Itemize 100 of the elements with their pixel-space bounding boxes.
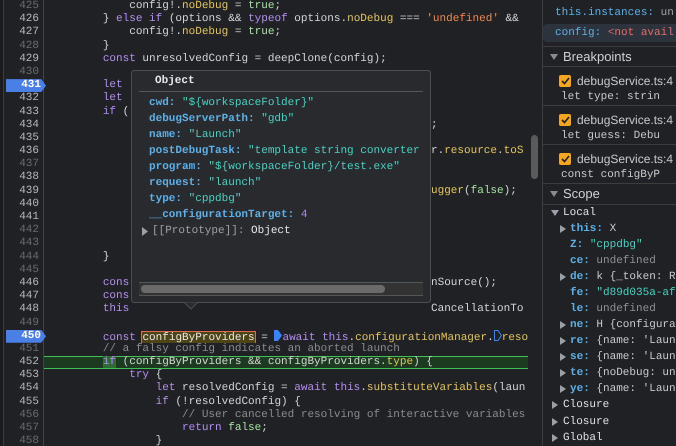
line-number[interactable]: 438 [19, 171, 39, 185]
line-number[interactable]: 447 [19, 290, 39, 304]
breakpoint-file[interactable]: debugService.ts:4 [577, 110, 674, 128]
breakpoint-marker[interactable]: 450 [6, 330, 46, 343]
code-line: cons [102, 290, 130, 302]
line-number[interactable]: 432 [19, 92, 39, 106]
line-number[interactable]: 440 [19, 198, 39, 211]
expand-arrow-icon[interactable] [559, 225, 567, 233]
code-line: ; [431, 118, 438, 131]
checkbox[interactable] [559, 74, 571, 86]
line-number[interactable]: 427 [19, 26, 39, 40]
expand-arrow-icon[interactable] [559, 385, 567, 393]
scope-variable[interactable]: Z: "cppdbg" [570, 236, 643, 254]
code-line: if (configByProviders && configByProviders.type) { [102, 356, 433, 368]
property-row-text: type: "cppdbg" [149, 192, 242, 207]
scope-variable[interactable]: ce: undefined [570, 252, 656, 270]
section-header[interactable]: Breakpoints [563, 46, 632, 66]
breakpoint-file[interactable]: debugService.ts:4 [577, 72, 674, 90]
line-number[interactable]: 426 [19, 13, 39, 26]
code-line: } [156, 435, 162, 446]
line-number[interactable]: 441 [19, 211, 39, 224]
inline-breakpoint-icon[interactable] [494, 330, 502, 341]
code-line: = [261, 332, 269, 343]
code-line: config!.noDebug = true; [129, 26, 282, 38]
line-number[interactable]: 454 [19, 382, 39, 396]
scope-variable[interactable]: ye: {name: 'Laun [570, 380, 676, 398]
expand-arrow-icon[interactable] [559, 321, 567, 329]
expand-arrow-icon[interactable] [551, 418, 559, 426]
scope-variable[interactable]: le: undefined [570, 300, 656, 318]
code-line: if (!resolvedConfig) { [156, 396, 301, 408]
code-line: let [102, 92, 123, 104]
expand-arrow-icon[interactable] [141, 226, 149, 236]
scope-group[interactable]: Closure [563, 397, 610, 414]
property-row-text: name: "Launch" [149, 128, 242, 143]
property-row-text: program: "${workspaceFolder}/test.exe" [149, 160, 401, 175]
line-number[interactable]: 452 [19, 356, 39, 370]
code-line: r.resource.toS [431, 145, 524, 158]
code-line: } else if (options && typeof options.noDebug === 'undefined' && [102, 13, 519, 26]
code-line: if ( [102, 106, 130, 118]
line-number[interactable]: 446 [19, 276, 39, 290]
code-line: let resolvedConfig = await this.substituteVariables(laun [156, 382, 526, 394]
scope-variable[interactable]: de: k {_token: R [570, 268, 676, 286]
scope-variable[interactable]: ne: H {configura [570, 316, 676, 334]
line-number[interactable]: 429 [19, 52, 39, 66]
property-row-text: cwd: "${workspaceFolder}" [149, 96, 316, 111]
scope-group[interactable]: Local [563, 204, 596, 221]
code-line: const unresolvedConfig = deepClone(config); [102, 52, 387, 65]
section-header[interactable]: Scope [563, 184, 600, 204]
scope-variable[interactable]: te: {noDebug: un [570, 364, 676, 382]
breakpoint-marker[interactable]: 431 [6, 79, 46, 92]
code-line: nSource(); [431, 276, 498, 289]
breakpoint-code: const configByP [560, 168, 660, 183]
horizontal-scrollbar[interactable] [139, 282, 423, 296]
expand-arrow-icon[interactable] [551, 208, 559, 217]
line-number[interactable]: 435 [19, 132, 39, 146]
popover-title: Object [139, 71, 423, 92]
expand-arrow-icon[interactable] [550, 54, 558, 60]
code-line: this [102, 303, 130, 316]
code-line: // User cancelled resolving of interactive variables [182, 408, 526, 421]
checkbox[interactable] [559, 114, 571, 126]
code-line: let [102, 79, 123, 92]
scope-variable[interactable]: this: X [570, 220, 616, 238]
scope-group[interactable]: Global [563, 430, 603, 446]
code-line: try { [129, 369, 162, 382]
scope-group[interactable]: Closure [563, 414, 610, 430]
line-number[interactable]: 455 [19, 396, 39, 409]
line-number[interactable]: 448 [19, 303, 39, 316]
line-number[interactable]: 453 [19, 369, 39, 382]
code-line: config!.noDebug = true; [129, 0, 282, 12]
hovered-token[interactable]: configByProviders [142, 332, 255, 343]
line-number[interactable]: 434 [19, 118, 39, 132]
code-line: cons [102, 276, 130, 289]
scope-variable[interactable]: re: {name: 'Laun [570, 332, 676, 350]
breakpoint-code: let guess: Debu [560, 129, 660, 144]
watch-expression[interactable]: config: <not avail [543, 24, 676, 42]
inline-breakpoint-icon[interactable] [274, 330, 282, 341]
code-line: CancellationTo [431, 303, 524, 316]
expand-arrow-icon[interactable] [559, 337, 567, 345]
prototype-row-text: [[Prototype]]: Object [152, 224, 291, 239]
code-line: } [102, 40, 110, 52]
expand-arrow-icon[interactable] [559, 369, 567, 377]
expand-arrow-icon[interactable] [551, 401, 559, 410]
checkbox[interactable] [559, 152, 571, 164]
code-line: await this.configurationManager. [282, 332, 494, 343]
line-number[interactable]: 439 [19, 184, 39, 198]
property-row-text: postDebugTask: "template string converter [149, 144, 421, 159]
scope-variable[interactable]: fe: "d89d035a-af [570, 284, 676, 302]
expand-arrow-icon[interactable] [551, 434, 559, 442]
property-row-text: __configurationTarget: 4 [149, 208, 308, 223]
expand-arrow-icon[interactable] [559, 353, 567, 361]
scope-variable[interactable]: se: {name: 'Laun [570, 348, 676, 366]
line-number[interactable]: 433 [19, 106, 39, 119]
expand-arrow-icon[interactable] [559, 273, 567, 281]
line-number[interactable]: 436 [19, 145, 39, 158]
expand-arrow-icon[interactable] [550, 190, 558, 197]
breakpoint-file[interactable]: debugService.ts:4 [577, 150, 674, 168]
code-line: } [102, 250, 110, 263]
scrollbar-thumb[interactable] [531, 135, 538, 179]
code-line: const [102, 332, 136, 343]
watch-expression[interactable]: this.instances: un [543, 4, 676, 22]
